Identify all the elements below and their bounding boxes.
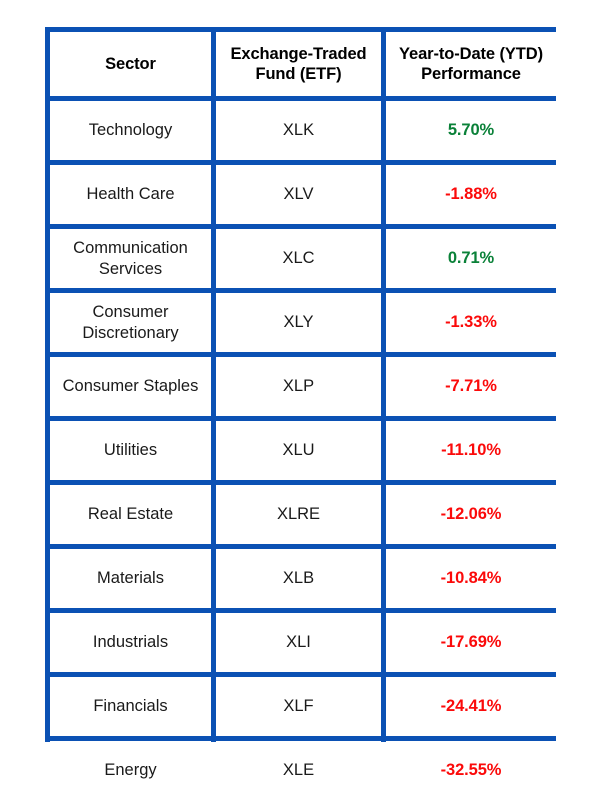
sector-performance-table: Sector Exchange-Traded Fund (ETF) Year-t… — [45, 27, 556, 800]
cell-etf: XLRE — [216, 485, 381, 544]
cell-etf: XLI — [216, 613, 381, 672]
cell-sector: Energy — [50, 741, 211, 800]
table-row: Technology XLK 5.70% — [50, 101, 556, 160]
cell-sector: Industrials — [50, 613, 211, 672]
table-row: Consumer Staples XLP -7.71% — [50, 357, 556, 416]
cell-etf: XLY — [216, 293, 381, 352]
cell-etf: XLB — [216, 549, 381, 608]
cell-sector: Consumer Staples — [50, 357, 211, 416]
cell-sector: Real Estate — [50, 485, 211, 544]
cell-sector: Health Care — [50, 165, 211, 224]
cell-performance: -1.33% — [386, 293, 556, 352]
cell-performance: -12.06% — [386, 485, 556, 544]
cell-etf: XLK — [216, 101, 381, 160]
cell-performance: 5.70% — [386, 101, 556, 160]
cell-performance: -7.71% — [386, 357, 556, 416]
table-row: Communication Services XLC 0.71% — [50, 229, 556, 288]
cell-performance: 0.71% — [386, 229, 556, 288]
cell-performance: -11.10% — [386, 421, 556, 480]
cell-etf: XLV — [216, 165, 381, 224]
table-row: Materials XLB -10.84% — [50, 549, 556, 608]
column-header-sector: Sector — [50, 32, 211, 96]
cell-sector: Communication Services — [50, 229, 211, 288]
cell-performance: -17.69% — [386, 613, 556, 672]
cell-sector: Materials — [50, 549, 211, 608]
table-row: Real Estate XLRE -12.06% — [50, 485, 556, 544]
table-row: Utilities XLU -11.10% — [50, 421, 556, 480]
table-header-row: Sector Exchange-Traded Fund (ETF) Year-t… — [50, 32, 556, 96]
table-row: Industrials XLI -17.69% — [50, 613, 556, 672]
cell-sector: Utilities — [50, 421, 211, 480]
column-header-ytd-performance: Year-to-Date (YTD) Performance — [386, 32, 556, 96]
table-row: Health Care XLV -1.88% — [50, 165, 556, 224]
cell-sector: Financials — [50, 677, 211, 736]
cell-performance: -10.84% — [386, 549, 556, 608]
table-row: Energy XLE -32.55% — [50, 741, 556, 800]
cell-sector: Consumer Discretionary — [50, 293, 211, 352]
cell-sector: Technology — [50, 101, 211, 160]
cell-performance: -1.88% — [386, 165, 556, 224]
cell-etf: XLU — [216, 421, 381, 480]
column-header-etf: Exchange-Traded Fund (ETF) — [216, 32, 381, 96]
cell-etf: XLC — [216, 229, 381, 288]
cell-performance: -24.41% — [386, 677, 556, 736]
cell-performance: -32.55% — [386, 741, 556, 800]
cell-etf: XLP — [216, 357, 381, 416]
table-row: Financials XLF -24.41% — [50, 677, 556, 736]
table-row: Consumer Discretionary XLY -1.33% — [50, 293, 556, 352]
cell-etf: XLE — [216, 741, 381, 800]
cell-etf: XLF — [216, 677, 381, 736]
